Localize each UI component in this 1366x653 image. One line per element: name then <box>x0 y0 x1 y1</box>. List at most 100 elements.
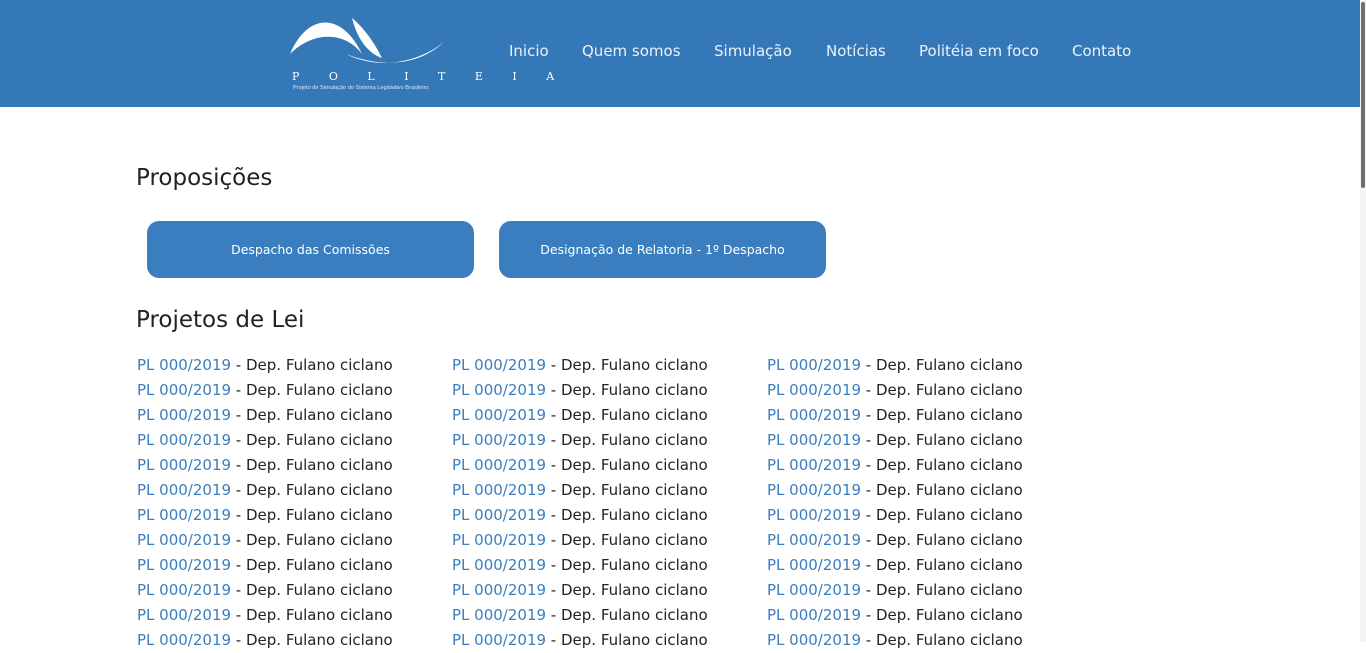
projeto-separator: - <box>546 531 561 549</box>
projeto-row: PL 000/2019 - Dep. Fulano ciclano <box>452 428 762 453</box>
projeto-separator: - <box>861 356 876 374</box>
projeto-code-link[interactable]: PL 000/2019 <box>767 456 861 474</box>
projeto-row: PL 000/2019 - Dep. Fulano ciclano <box>137 578 447 603</box>
projeto-author: Dep. Fulano ciclano <box>560 456 708 474</box>
projeto-code-link[interactable]: PL 000/2019 <box>137 456 231 474</box>
projeto-code-link[interactable]: PL 000/2019 <box>767 406 861 424</box>
projeto-author: Dep. Fulano ciclano <box>875 581 1023 599</box>
politeia-logo[interactable]: P O L I T E I A Projeto de Simulação do … <box>286 14 554 96</box>
projeto-code-link[interactable]: PL 000/2019 <box>767 481 861 499</box>
projeto-code-link[interactable]: PL 000/2019 <box>452 456 546 474</box>
projeto-code-link[interactable]: PL 000/2019 <box>137 356 231 374</box>
projeto-code-link[interactable]: PL 000/2019 <box>452 531 546 549</box>
projeto-row: PL 000/2019 - Dep. Fulano ciclano <box>452 478 762 503</box>
projeto-code-link[interactable]: PL 000/2019 <box>137 481 231 499</box>
projeto-code-link[interactable]: PL 000/2019 <box>137 506 231 524</box>
projeto-author: Dep. Fulano ciclano <box>245 406 393 424</box>
projeto-code-link[interactable]: PL 000/2019 <box>137 531 231 549</box>
despacho-comissoes-button[interactable]: Despacho das Comissões <box>147 221 474 278</box>
projeto-row: PL 000/2019 - Dep. Fulano ciclano <box>452 378 762 403</box>
projeto-row: PL 000/2019 - Dep. Fulano ciclano <box>137 478 447 503</box>
projeto-separator: - <box>231 431 246 449</box>
projeto-code-link[interactable]: PL 000/2019 <box>767 506 861 524</box>
projeto-separator: - <box>231 406 246 424</box>
projeto-separator: - <box>231 631 246 649</box>
projeto-row: PL 000/2019 - Dep. Fulano ciclano <box>767 553 1077 578</box>
projeto-author: Dep. Fulano ciclano <box>560 581 708 599</box>
projeto-code-link[interactable]: PL 000/2019 <box>767 381 861 399</box>
projeto-separator: - <box>861 481 876 499</box>
projeto-row: PL 000/2019 - Dep. Fulano ciclano <box>452 628 762 653</box>
projeto-author: Dep. Fulano ciclano <box>560 506 708 524</box>
projeto-author: Dep. Fulano ciclano <box>560 631 708 649</box>
projeto-code-link[interactable]: PL 000/2019 <box>767 631 861 649</box>
projeto-code-link[interactable]: PL 000/2019 <box>137 381 231 399</box>
projeto-code-link[interactable]: PL 000/2019 <box>767 606 861 624</box>
projeto-row: PL 000/2019 - Dep. Fulano ciclano <box>137 553 447 578</box>
projeto-code-link[interactable]: PL 000/2019 <box>452 581 546 599</box>
projeto-code-link[interactable]: PL 000/2019 <box>137 606 231 624</box>
designacao-relatoria-button[interactable]: Designação de Relatoria - 1º Despacho <box>499 221 826 278</box>
projeto-separator: - <box>861 456 876 474</box>
nav-link-simulacao[interactable]: Simulação <box>714 42 792 60</box>
projeto-separator: - <box>861 556 876 574</box>
scrollbar-thumb[interactable] <box>1361 2 1365 188</box>
proposicoes-heading: Proposições <box>136 165 273 191</box>
projeto-row: PL 000/2019 - Dep. Fulano ciclano <box>767 478 1077 503</box>
projeto-row: PL 000/2019 - Dep. Fulano ciclano <box>767 428 1077 453</box>
projeto-author: Dep. Fulano ciclano <box>245 556 393 574</box>
projeto-row: PL 000/2019 - Dep. Fulano ciclano <box>452 553 762 578</box>
nav-link-politeia-em-foco[interactable]: Politéia em foco <box>919 42 1039 60</box>
projeto-code-link[interactable]: PL 000/2019 <box>452 631 546 649</box>
projeto-separator: - <box>231 456 246 474</box>
projeto-row: PL 000/2019 - Dep. Fulano ciclano <box>452 578 762 603</box>
nav-link-contato[interactable]: Contato <box>1072 42 1131 60</box>
projeto-code-link[interactable]: PL 000/2019 <box>137 556 231 574</box>
projeto-code-link[interactable]: PL 000/2019 <box>452 381 546 399</box>
nav-link-quem-somos[interactable]: Quem somos <box>582 42 681 60</box>
projeto-separator: - <box>861 506 876 524</box>
projeto-code-link[interactable]: PL 000/2019 <box>452 506 546 524</box>
projeto-separator: - <box>861 631 876 649</box>
projeto-author: Dep. Fulano ciclano <box>560 531 708 549</box>
projeto-author: Dep. Fulano ciclano <box>245 606 393 624</box>
projeto-separator: - <box>861 581 876 599</box>
projeto-author: Dep. Fulano ciclano <box>245 456 393 474</box>
projeto-author: Dep. Fulano ciclano <box>875 556 1023 574</box>
nav-link-noticias[interactable]: Notícias <box>826 42 886 60</box>
projeto-code-link[interactable]: PL 000/2019 <box>767 556 861 574</box>
projeto-separator: - <box>546 481 561 499</box>
projetos-de-lei-heading: Projetos de Lei <box>136 307 305 333</box>
projeto-author: Dep. Fulano ciclano <box>560 431 708 449</box>
projeto-code-link[interactable]: PL 000/2019 <box>137 581 231 599</box>
projeto-code-link[interactable]: PL 000/2019 <box>452 606 546 624</box>
projeto-separator: - <box>546 456 561 474</box>
projeto-code-link[interactable]: PL 000/2019 <box>452 556 546 574</box>
projeto-code-link[interactable]: PL 000/2019 <box>452 406 546 424</box>
projeto-separator: - <box>231 356 246 374</box>
projeto-code-link[interactable]: PL 000/2019 <box>452 431 546 449</box>
page-scrollbar[interactable] <box>1360 0 1366 642</box>
projeto-row: PL 000/2019 - Dep. Fulano ciclano <box>137 378 447 403</box>
projeto-code-link[interactable]: PL 000/2019 <box>767 581 861 599</box>
projeto-code-link[interactable]: PL 000/2019 <box>452 481 546 499</box>
projeto-row: PL 000/2019 - Dep. Fulano ciclano <box>137 403 447 428</box>
projeto-row: PL 000/2019 - Dep. Fulano ciclano <box>452 353 762 378</box>
nav-link-inicio[interactable]: Inicio <box>509 42 549 60</box>
projeto-code-link[interactable]: PL 000/2019 <box>767 431 861 449</box>
projeto-code-link[interactable]: PL 000/2019 <box>767 531 861 549</box>
projeto-code-link[interactable]: PL 000/2019 <box>137 631 231 649</box>
projeto-row: PL 000/2019 - Dep. Fulano ciclano <box>137 353 447 378</box>
projeto-author: Dep. Fulano ciclano <box>560 381 708 399</box>
projeto-code-link[interactable]: PL 000/2019 <box>767 356 861 374</box>
projeto-code-link[interactable]: PL 000/2019 <box>452 356 546 374</box>
projeto-row: PL 000/2019 - Dep. Fulano ciclano <box>767 378 1077 403</box>
projeto-code-link[interactable]: PL 000/2019 <box>137 431 231 449</box>
projeto-author: Dep. Fulano ciclano <box>560 606 708 624</box>
projeto-code-link[interactable]: PL 000/2019 <box>137 406 231 424</box>
projeto-author: Dep. Fulano ciclano <box>875 506 1023 524</box>
projeto-separator: - <box>231 506 246 524</box>
projeto-author: Dep. Fulano ciclano <box>875 531 1023 549</box>
projeto-author: Dep. Fulano ciclano <box>560 556 708 574</box>
logo-tagline: Projeto de Simulação do Sistema Legislat… <box>293 85 429 91</box>
